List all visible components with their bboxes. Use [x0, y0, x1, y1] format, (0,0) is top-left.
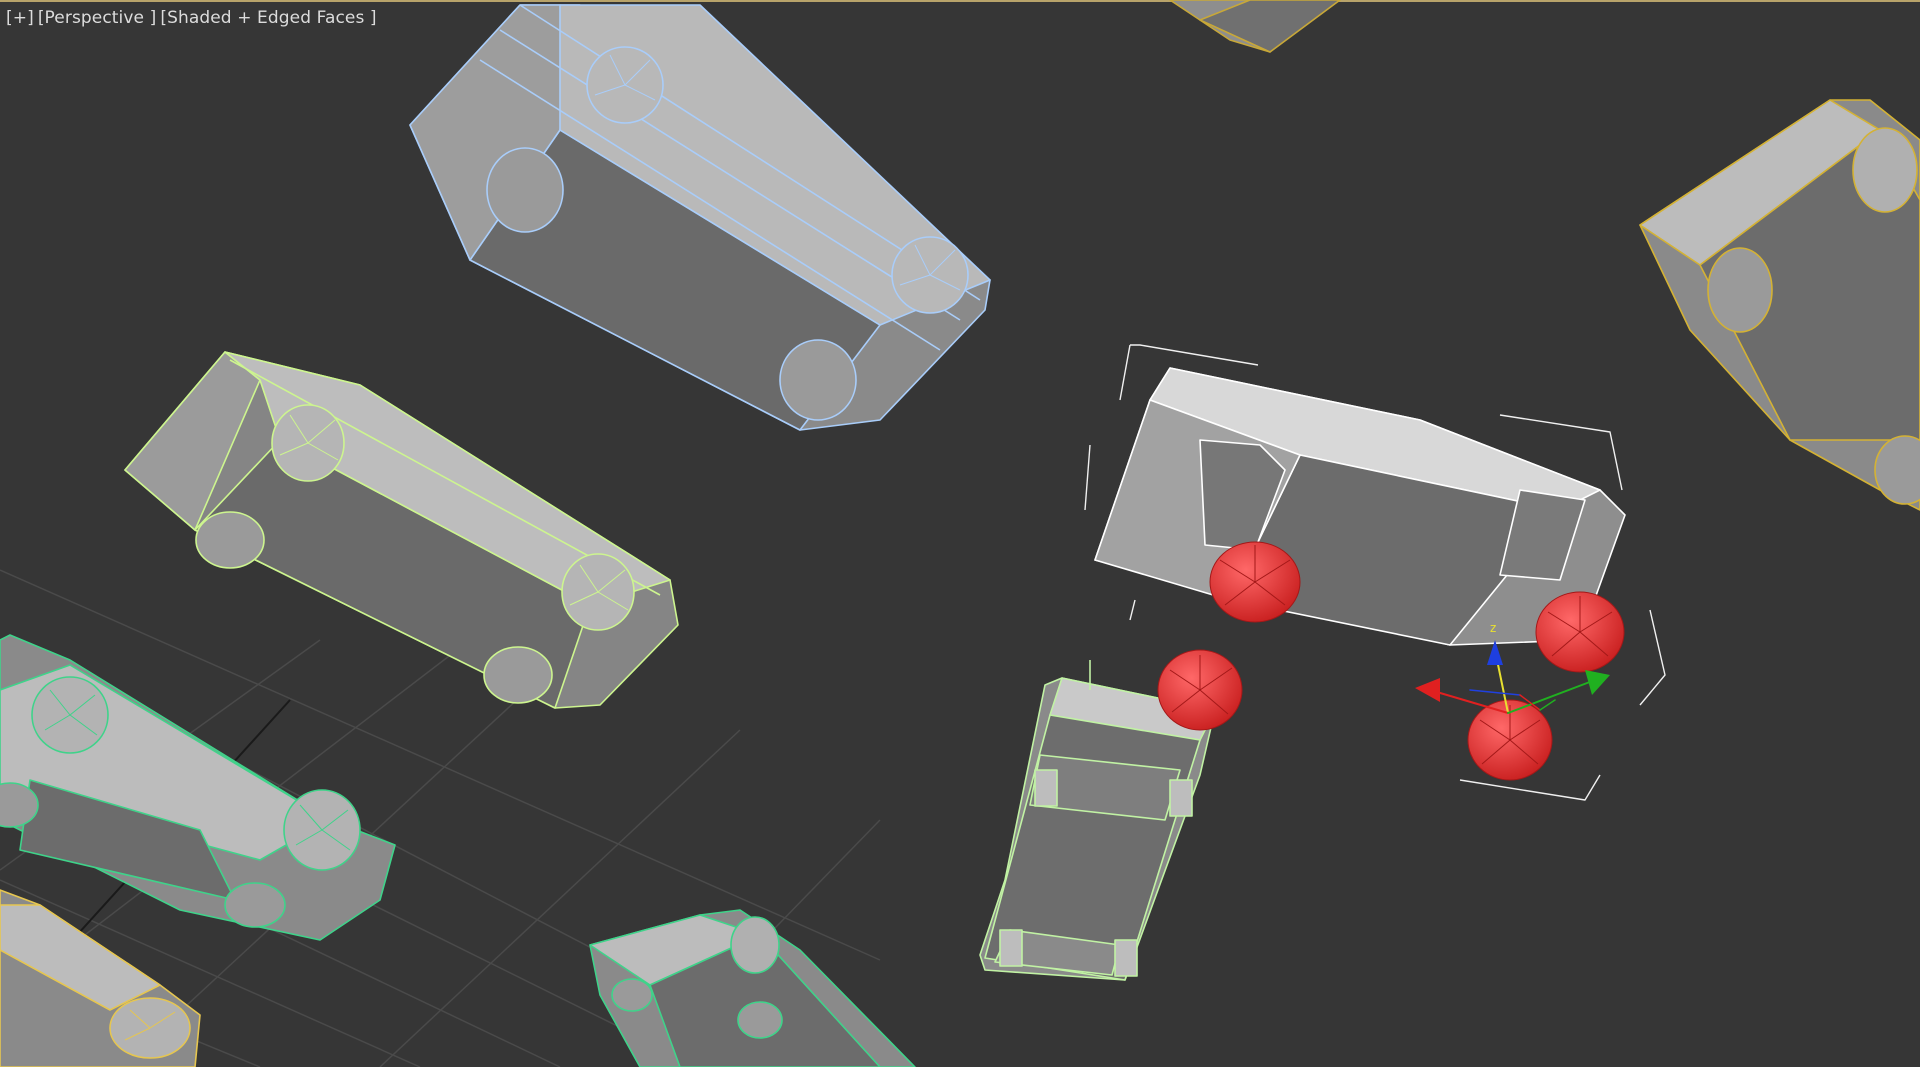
red-wheel-1[interactable] [1209, 541, 1301, 623]
viewport-label-bar: [+] [Perspective ] [Shaded + Edged Faces… [6, 8, 377, 28]
perspective-viewport[interactable]: z [+] [Perspective ] [Shaded + Edged Fac… [0, 0, 1920, 1067]
car-green-wire-bottom[interactable] [589, 909, 916, 1067]
car-yellow-wire-right[interactable] [1639, 99, 1920, 511]
red-wheel-3[interactable] [1535, 591, 1625, 673]
gizmo-y-arrow [1585, 670, 1610, 695]
car-lightgreen-wire[interactable] [124, 351, 679, 709]
red-wheel-2[interactable] [1157, 649, 1243, 731]
car-blue-wire[interactable] [409, 4, 991, 431]
car-green-wire-bottom-left[interactable] [0, 634, 396, 941]
gizmo-z-label: z [1490, 621, 1496, 635]
viewport-view-label[interactable]: [Perspective ] [38, 8, 157, 28]
viewport-shading-label[interactable]: [Shaded + Edged Faces ] [160, 8, 376, 28]
car-yellow-wire-top[interactable] [1169, 0, 1341, 53]
scene-canvas[interactable]: z [0, 0, 1920, 1067]
gizmo-x-arrow [1415, 678, 1440, 702]
car-yellow-wire-bottom-left[interactable] [0, 889, 201, 1067]
viewport-menu-button[interactable]: [+] [6, 8, 34, 28]
